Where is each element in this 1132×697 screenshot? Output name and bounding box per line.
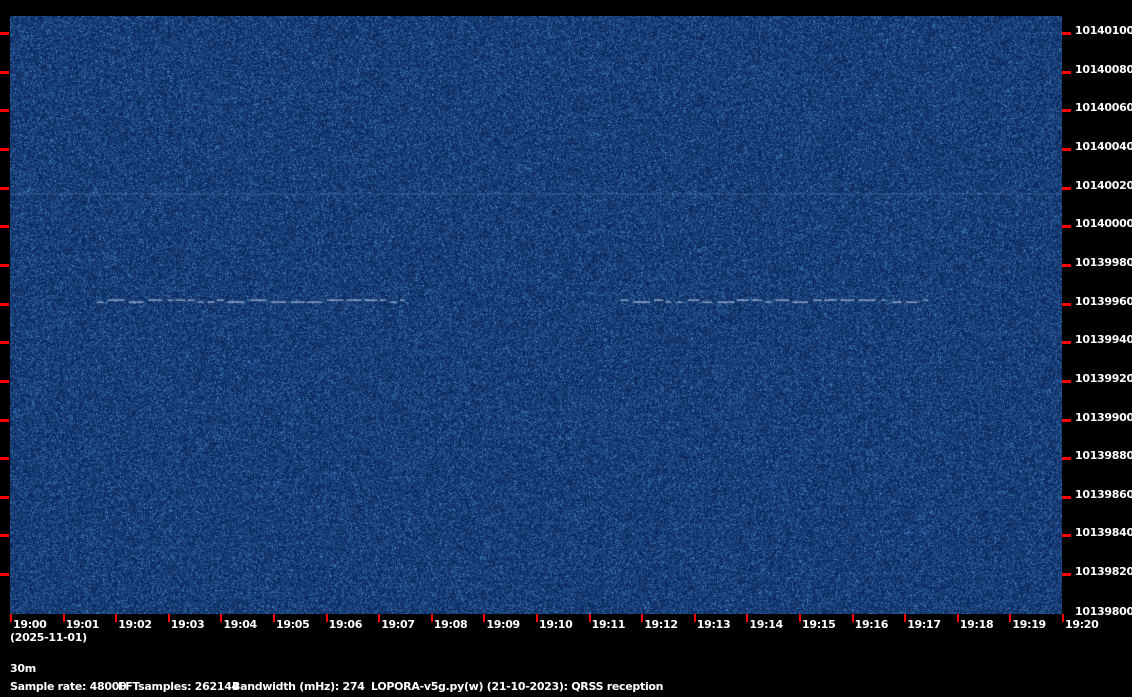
y-tick-label: 10139800	[1075, 605, 1132, 618]
x-tick-mark	[483, 614, 486, 622]
x-tick-mark	[799, 614, 801, 622]
x-tick-label: 19:12	[644, 618, 678, 631]
y-tick-label: 10140040	[1075, 139, 1132, 153]
y-tick-mark-right	[1062, 225, 1071, 229]
y-tick-mark-right	[1062, 147, 1071, 151]
x-tick-mark	[62, 614, 65, 622]
y-tick-mark-right	[1062, 341, 1071, 345]
x-tick-mark	[956, 614, 959, 622]
y-tick-mark-right	[1062, 109, 1071, 113]
y-tick-label: 10140100	[1075, 24, 1132, 37]
x-tick-mark	[904, 614, 907, 622]
y-tick-mark-left	[0, 263, 9, 267]
x-tick-mark	[1009, 614, 1012, 622]
software-title: LOPORA-v5g.py(w) (21-10-2023): QRSS rece…	[371, 680, 664, 693]
x-tick-label: 19:20	[1065, 618, 1099, 631]
x-tick-label: 19:09	[486, 618, 520, 631]
y-tick-mark-left	[0, 32, 9, 35]
x-tick-mark	[10, 614, 12, 622]
x-tick-mark	[220, 614, 223, 622]
x-tick-label: 19:06	[328, 618, 363, 631]
y-tick-label: 10139960	[1075, 294, 1132, 308]
x-tick-mark	[536, 614, 538, 622]
y-tick-mark-left	[0, 186, 9, 190]
waterfall-canvas	[10, 16, 1062, 614]
y-tick-mark-left	[0, 573, 9, 577]
x-tick-label: 19:15	[802, 618, 836, 631]
y-tick-mark-left	[0, 302, 9, 306]
y-tick-mark-right	[1062, 495, 1071, 499]
x-tick-label: 19:18	[959, 618, 994, 631]
x-tick-label: 19:01	[65, 618, 100, 631]
x-tick-mark	[588, 614, 591, 622]
sample-rate-label: Sample rate: 48000	[10, 680, 127, 693]
x-tick-label: 19:04	[223, 618, 257, 631]
x-tick-label: 19:11	[591, 618, 626, 631]
x-tick-label: 19:10	[539, 618, 573, 631]
y-tick-mark-left	[0, 147, 9, 151]
y-tick-mark-left	[0, 457, 9, 461]
y-tick-mark-left	[0, 534, 9, 538]
x-tick-mark	[273, 614, 275, 622]
y-tick-mark-right	[1062, 186, 1071, 190]
y-tick-label: 10139920	[1075, 371, 1132, 385]
y-tick-label: 10140020	[1075, 178, 1132, 192]
y-tick-label: 10139900	[1075, 410, 1132, 424]
x-tick-mark	[325, 614, 328, 622]
y-tick-mark-left	[0, 109, 9, 113]
y-tick-mark-left	[0, 418, 9, 422]
y-tick-label: 10139840	[1075, 526, 1132, 540]
date-label: (2025-11-01)	[10, 631, 87, 644]
y-tick-mark-left	[0, 379, 9, 383]
x-tick-mark	[851, 614, 854, 622]
x-tick-mark	[378, 614, 381, 622]
y-tick-mark-left	[0, 70, 9, 74]
y-tick-mark-right	[1062, 573, 1071, 577]
x-tick-label: 19:08	[433, 618, 468, 631]
y-tick-label: 10140080	[1075, 62, 1132, 76]
x-tick-label: 19:14	[749, 618, 783, 631]
y-tick-mark-right	[1062, 32, 1071, 35]
y-tick-label: 10139940	[1075, 333, 1132, 347]
bandwidth-label: Bandwidth (mHz): 274	[232, 680, 365, 693]
fft-samples-label: FFTsamples: 262144	[118, 680, 239, 693]
x-tick-mark	[430, 614, 433, 622]
x-tick-mark	[746, 614, 749, 622]
y-tick-mark-left	[0, 225, 9, 229]
y-tick-label: 10139980	[1075, 255, 1132, 269]
y-tick-mark-right	[1062, 263, 1071, 267]
y-tick-label: 10140060	[1075, 101, 1132, 115]
x-tick-label: 19:02	[118, 618, 152, 631]
y-tick-mark-right	[1062, 418, 1071, 422]
y-tick-label: 10139880	[1075, 449, 1132, 463]
x-tick-mark	[115, 614, 118, 622]
y-tick-label: 10139860	[1075, 487, 1132, 501]
y-tick-mark-right	[1062, 70, 1071, 74]
x-tick-mark	[1062, 614, 1064, 622]
x-tick-label: 19:00	[13, 618, 47, 631]
x-tick-label: 19:17	[907, 618, 941, 631]
y-tick-mark-right	[1062, 302, 1071, 306]
x-tick-label: 19:07	[381, 618, 415, 631]
y-tick-label: 10139820	[1075, 565, 1132, 579]
y-tick-mark-right	[1062, 379, 1071, 383]
y-tick-mark-left	[0, 495, 9, 499]
x-tick-label: 19:16	[854, 618, 889, 631]
x-tick-mark	[641, 614, 644, 622]
band-label: 30m	[10, 662, 36, 675]
x-tick-label: 19:05	[276, 618, 310, 631]
y-tick-mark-right	[1062, 457, 1071, 461]
spectrogram-plot	[10, 16, 1062, 614]
x-tick-mark	[167, 614, 170, 622]
y-tick-mark-left	[0, 341, 9, 345]
x-tick-label: 19:13	[696, 618, 731, 631]
y-tick-label: 10140000	[1075, 217, 1132, 231]
y-tick-mark-right	[1062, 534, 1071, 538]
x-tick-label: 19:03	[170, 618, 205, 631]
x-tick-label: 19:19	[1012, 618, 1046, 631]
x-tick-mark	[693, 614, 696, 622]
